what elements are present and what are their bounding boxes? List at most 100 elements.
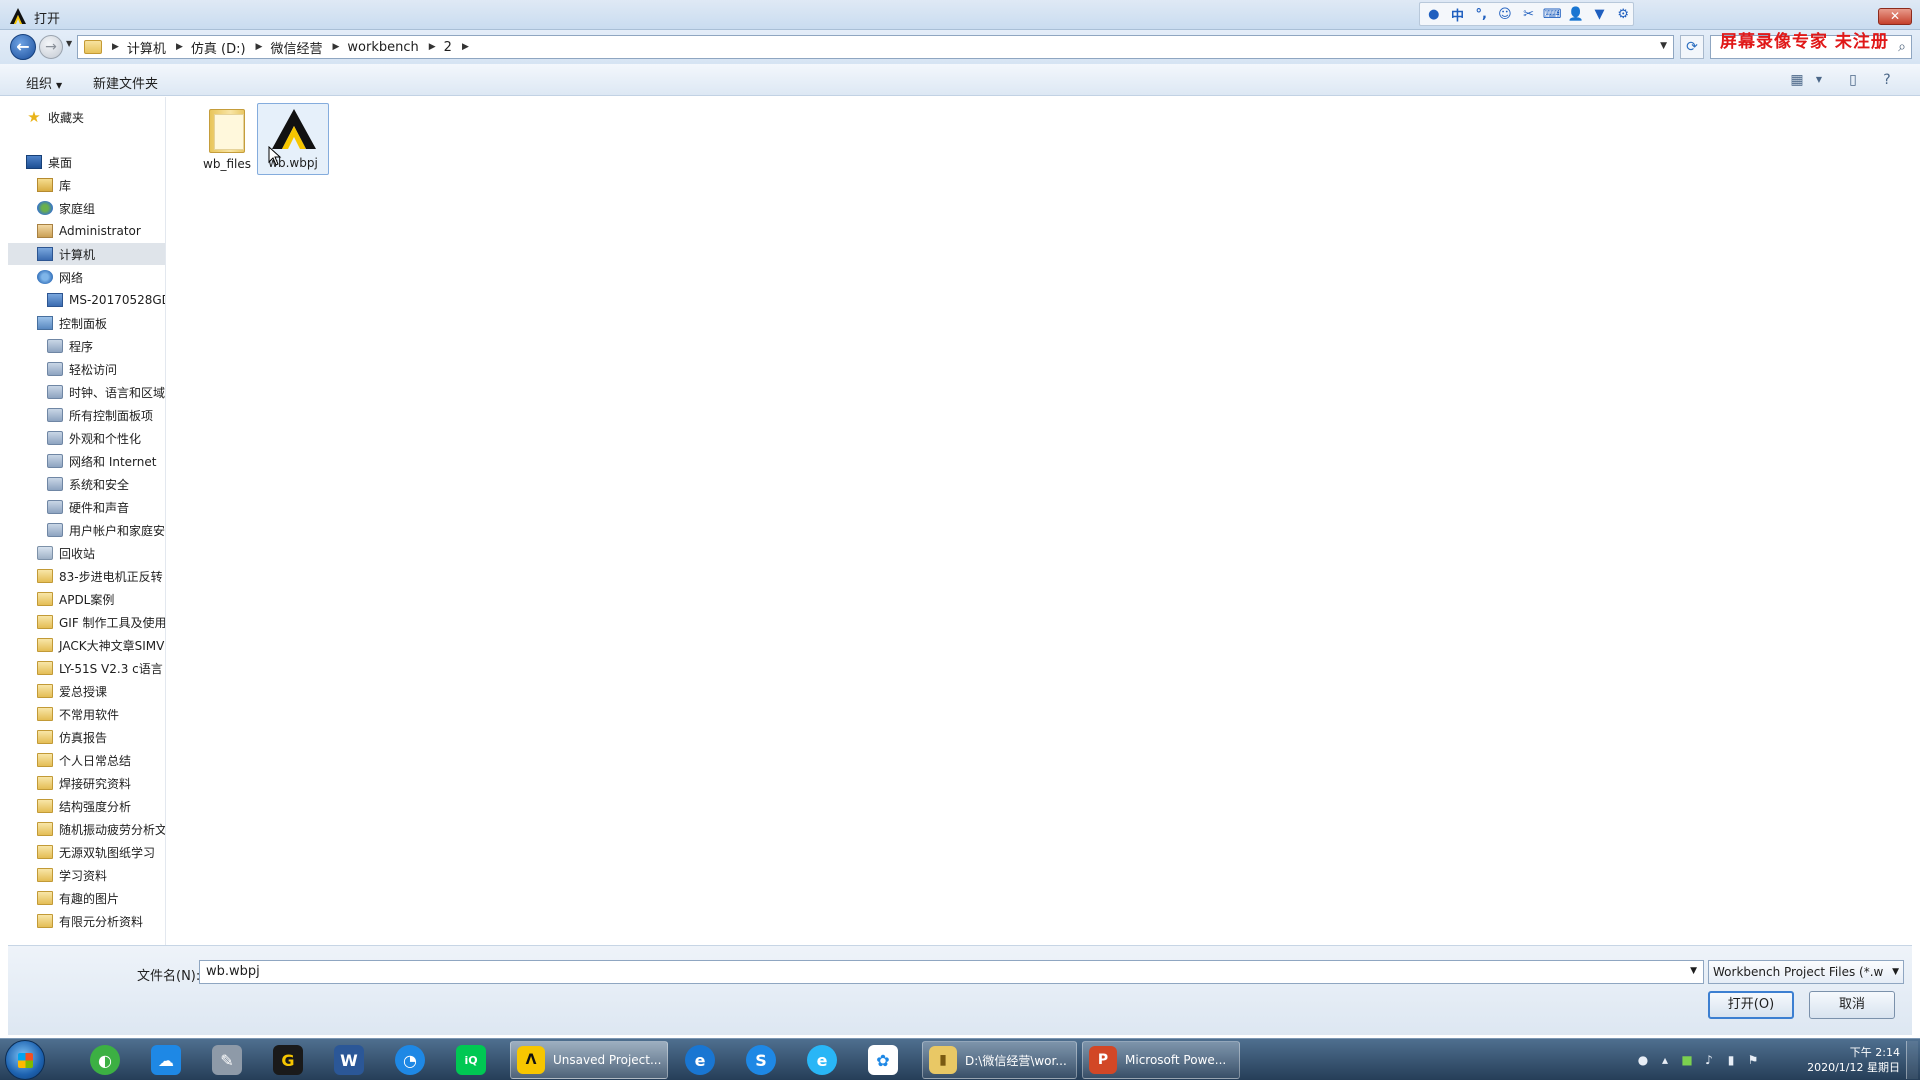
- taskbar-ie-icon[interactable]: e: [796, 1042, 848, 1078]
- sidebar-item-folder[interactable]: GIF 制作工具及使用: [37, 611, 165, 633]
- shirt-icon[interactable]: ▼: [1590, 4, 1610, 24]
- back-button[interactable]: ←: [10, 34, 36, 60]
- sidebar-item-hardware-sound[interactable]: 硬件和声音: [47, 496, 165, 518]
- cancel-button[interactable]: 取消: [1809, 991, 1895, 1019]
- sidebar-item-folder[interactable]: APDL案例: [37, 588, 165, 610]
- address-dropdown-icon[interactable]: ▼: [1660, 41, 1667, 51]
- preview-pane-icon[interactable]: ▯: [1842, 70, 1864, 90]
- sidebar-item-ease-of-access[interactable]: 轻松访问: [47, 358, 165, 380]
- keyboard-icon[interactable]: ⌨: [1542, 4, 1562, 24]
- sidebar-item-folder[interactable]: 随机振动疲劳分析文: [37, 818, 165, 840]
- breadcrumb-workbench[interactable]: workbench: [347, 40, 418, 55]
- taskbar-task-explorer[interactable]: ▮ D:\微信经营\wor...: [922, 1041, 1077, 1079]
- sidebar-item-folder[interactable]: LY-51S V2.3 c语言: [37, 657, 165, 679]
- address-bar[interactable]: ▶ 计算机 ▶ 仿真 (D:) ▶ 微信经营 ▶ workbench ▶ 2 ▶…: [77, 35, 1674, 59]
- emoji-icon[interactable]: ☺: [1495, 4, 1515, 24]
- taskbar-qq-icon[interactable]: ◔: [384, 1042, 436, 1078]
- start-button[interactable]: [5, 1040, 45, 1080]
- sidebar-item-folder[interactable]: 有限元分析资料: [37, 910, 165, 932]
- action-center-flag-icon[interactable]: ⚑: [1746, 1053, 1760, 1067]
- sidebar-item-programs[interactable]: 程序: [47, 335, 165, 357]
- sidebar-item-folder[interactable]: 83-步进电机正反转: [37, 565, 165, 587]
- settings-gear-icon[interactable]: ⚙: [1613, 4, 1633, 24]
- sidebar-item-folder[interactable]: JACK大神文章SIMV: [37, 634, 165, 656]
- chevron-right-icon[interactable]: ▶: [462, 42, 469, 52]
- sidebar-item-system-security[interactable]: 系统和安全: [47, 473, 165, 495]
- sidebar-item-all-cp-items[interactable]: 所有控制面板项: [47, 404, 165, 426]
- sidebar-item-folder[interactable]: 仿真报告: [37, 726, 165, 748]
- breadcrumb-computer[interactable]: 计算机: [127, 38, 166, 57]
- taskbar-sogou-icon[interactable]: S: [735, 1042, 787, 1078]
- help-icon[interactable]: ?: [1876, 70, 1898, 90]
- chevron-down-icon[interactable]: ▼: [1690, 966, 1697, 976]
- taskbar-task-workbench[interactable]: Λ Unsaved Project...: [510, 1041, 668, 1079]
- ime-toolbar[interactable]: ● 中 °, ☺ ✂ ⌨ 👤 ▼ ⚙: [1419, 2, 1634, 26]
- view-options-dropdown-icon[interactable]: ▼: [1808, 70, 1830, 90]
- file-type-select[interactable]: Workbench Project Files (*.w ▼: [1708, 960, 1904, 984]
- sidebar-item-recycle-bin[interactable]: 回收站: [37, 542, 165, 564]
- sidebar-item-computer[interactable]: 计算机: [8, 243, 165, 265]
- sidebar-item-network[interactable]: 网络: [37, 266, 165, 288]
- sidebar-item-folder[interactable]: 结构强度分析: [37, 795, 165, 817]
- taskbar-cloud-icon[interactable]: ☁: [140, 1042, 192, 1078]
- file-item-folder[interactable]: wb_files: [191, 103, 263, 175]
- change-view-icon[interactable]: ▦: [1786, 70, 1808, 90]
- show-hidden-icons-icon[interactable]: ▴: [1658, 1053, 1672, 1067]
- taskbar-iqiyi-icon[interactable]: iQ: [445, 1042, 497, 1078]
- chevron-right-icon[interactable]: ▶: [256, 42, 263, 52]
- clock[interactable]: 下午 2:14 2020/1/12 星期日: [1796, 1045, 1900, 1075]
- taskbar-app-360-icon[interactable]: ◐: [79, 1042, 131, 1078]
- taskbar-paint-icon[interactable]: ✎: [201, 1042, 253, 1078]
- navigation-pane[interactable]: ★ 收藏夹 桌面 库 家庭组 Administrator 计算机 网络 MS-20…: [8, 97, 166, 945]
- file-list[interactable]: wb_files wb.wbpj: [167, 97, 1912, 945]
- sidebar-item-user-accounts[interactable]: 用户帐户和家庭安: [47, 519, 165, 541]
- ime-punctuation[interactable]: °,: [1471, 4, 1491, 24]
- refresh-button[interactable]: ⟳: [1680, 35, 1704, 59]
- taskbar-task-powerpoint[interactable]: P Microsoft Powe...: [1082, 1041, 1240, 1079]
- sidebar-item-library[interactable]: 库: [37, 174, 165, 196]
- sidebar-item-administrator[interactable]: Administrator: [37, 220, 165, 242]
- sidebar-item-favorites[interactable]: ★ 收藏夹: [26, 106, 165, 128]
- taskbar-browser-icon[interactable]: e: [674, 1042, 726, 1078]
- sidebar-item-clock-language[interactable]: 时钟、语言和区域: [47, 381, 165, 403]
- taskbar-app-g-icon[interactable]: G: [262, 1042, 314, 1078]
- volume-icon[interactable]: ♪: [1702, 1053, 1716, 1067]
- security-shield-icon[interactable]: ■: [1680, 1053, 1694, 1067]
- breadcrumb-weixin[interactable]: 微信经营: [270, 38, 322, 57]
- sidebar-item-network-pc[interactable]: MS-20170528GD: [47, 289, 165, 311]
- sidebar-item-folder[interactable]: 有趣的图片: [37, 887, 165, 909]
- scissors-icon[interactable]: ✂: [1519, 4, 1539, 24]
- new-folder-button[interactable]: 新建文件夹: [93, 73, 158, 92]
- breadcrumb-2[interactable]: 2: [444, 40, 452, 55]
- sidebar-item-homegroup[interactable]: 家庭组: [37, 197, 165, 219]
- sidebar-item-folder[interactable]: 学习资料: [37, 864, 165, 886]
- sidebar-item-control-panel[interactable]: 控制面板: [37, 312, 165, 334]
- sidebar-item-folder[interactable]: 爱总授课: [37, 680, 165, 702]
- filename-input[interactable]: wb.wbpj ▼: [199, 960, 1704, 984]
- chevron-right-icon[interactable]: ▶: [332, 42, 339, 52]
- taskbar-baidu-netdisk-icon[interactable]: ✿: [857, 1042, 909, 1078]
- person-icon[interactable]: ●: [1424, 4, 1444, 24]
- chevron-right-icon[interactable]: ▶: [176, 42, 183, 52]
- breadcrumb-drive-d[interactable]: 仿真 (D:): [191, 38, 246, 57]
- sidebar-item-folder[interactable]: 焊接研究资料: [37, 772, 165, 794]
- close-button[interactable]: ✕: [1878, 8, 1912, 25]
- user-icon[interactable]: 👤: [1566, 4, 1586, 24]
- open-button[interactable]: 打开(O): [1708, 991, 1794, 1019]
- sidebar-item-network-internet[interactable]: 网络和 Internet: [47, 450, 165, 472]
- forward-button[interactable]: →: [39, 35, 63, 59]
- user-icon[interactable]: ●: [1636, 1053, 1650, 1067]
- organize-menu[interactable]: 组织 ▼: [26, 73, 62, 92]
- sidebar-item-folder[interactable]: 无源双轨图纸学习: [37, 841, 165, 863]
- taskbar-word-icon[interactable]: W: [323, 1042, 375, 1078]
- recent-pages-dropdown-icon[interactable]: ▼: [66, 39, 72, 48]
- ime-chinese-mode[interactable]: 中: [1448, 4, 1468, 24]
- sidebar-item-folder[interactable]: 不常用软件: [37, 703, 165, 725]
- chevron-right-icon[interactable]: ▶: [112, 42, 119, 52]
- network-icon[interactable]: ▮: [1724, 1053, 1738, 1067]
- sidebar-item-appearance[interactable]: 外观和个性化: [47, 427, 165, 449]
- show-desktop-button[interactable]: [1906, 1041, 1918, 1079]
- sidebar-item-desktop[interactable]: 桌面: [26, 151, 165, 173]
- sidebar-item-folder[interactable]: 个人日常总结: [37, 749, 165, 771]
- chevron-right-icon[interactable]: ▶: [429, 42, 436, 52]
